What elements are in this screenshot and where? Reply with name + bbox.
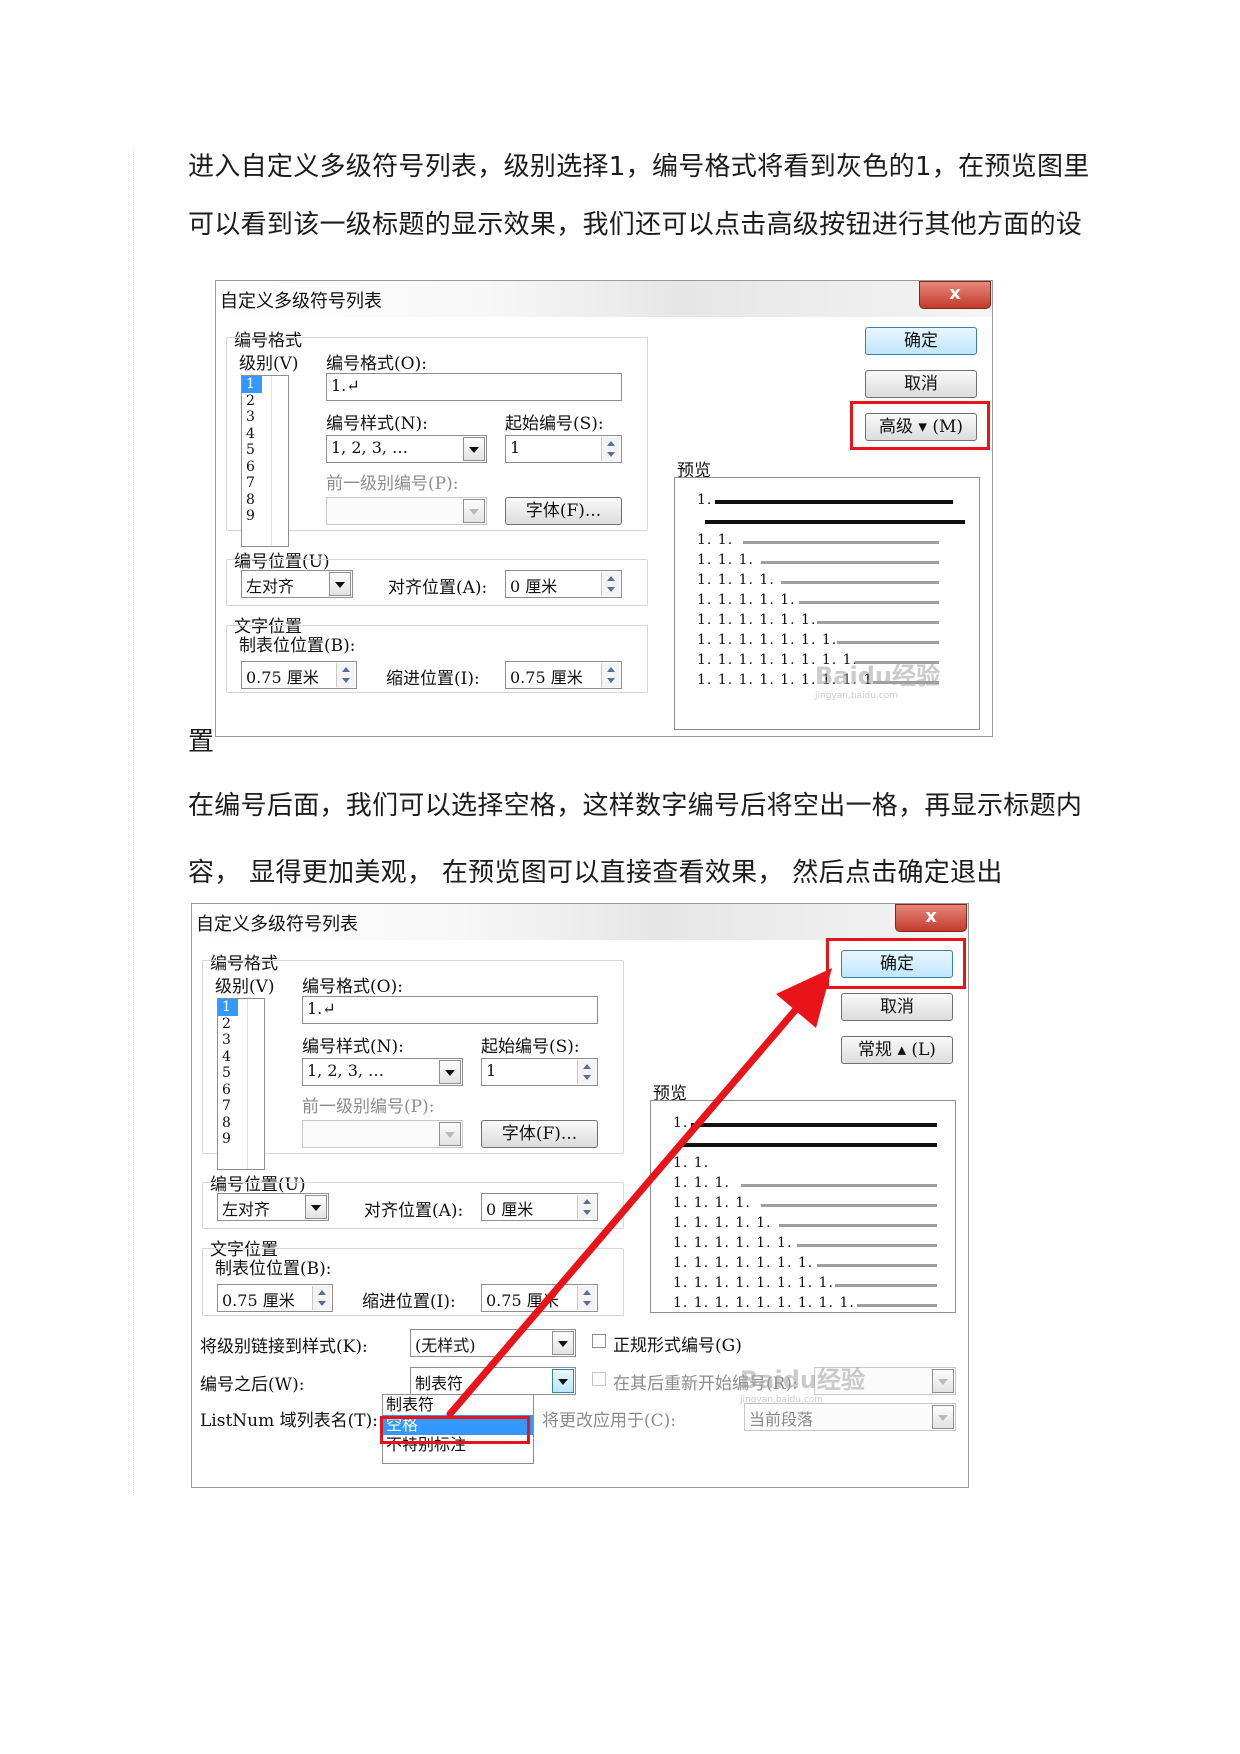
aligned-at-spinner[interactable]: 0 厘米	[505, 570, 622, 598]
number-format-input[interactable]: 1.↵	[326, 373, 622, 401]
level-item[interactable]: 3	[242, 409, 262, 426]
paragraph-2-line-2: 容， 显得更加美观， 在预览图可以直接查看效果， 然后点击确定退出	[188, 858, 1003, 888]
start-at-spinner[interactable]: 1	[505, 435, 622, 463]
start-at-value: 1	[510, 438, 521, 457]
prev-level-select	[326, 497, 487, 525]
preview-row: 1. 1. 1. 1. 1. 1.	[675, 612, 979, 630]
level-item[interactable]: 7	[242, 475, 262, 492]
level-item[interactable]: 5	[242, 442, 262, 459]
red-arrow-icon	[446, 968, 832, 1418]
indent-label: 缩进位置(I):	[386, 669, 480, 689]
paragraph-1-line-3: 置	[188, 727, 215, 757]
indent-spinner[interactable]: 0.75 厘米	[505, 661, 622, 689]
spinner-arrows-icon[interactable]	[336, 663, 355, 687]
preview-row: 1. 1. 1. 1.	[675, 572, 979, 590]
chevron-down-icon[interactable]	[329, 572, 351, 596]
spinner-arrows-icon[interactable]	[601, 663, 620, 687]
baidu-watermark: Baidu经验 jingyan.baidu.com	[815, 662, 940, 701]
paragraph-1-line-2: 可以看到该一级标题的显示效果，我们还可以点击高级按钮进行其他方面的设	[188, 210, 1083, 240]
dialog-screenshot-2: 自定义多级符号列表 x 编号格式 级别(V) 1 2 3 4 5 6 7 8 9…	[191, 903, 969, 1488]
level-item[interactable]: 1	[242, 376, 262, 393]
level-label: 级别(V)	[239, 354, 299, 374]
ok-button[interactable]: 确定	[865, 327, 977, 355]
margin-rule	[133, 150, 135, 1495]
aligned-at-label: 对齐位置(A):	[388, 578, 488, 598]
prev-level-label: 前一级别编号(P):	[326, 474, 459, 494]
level-item[interactable]: 9	[242, 508, 262, 525]
font-button[interactable]: 字体(F)...	[505, 497, 622, 525]
level-item[interactable]: 4	[242, 426, 262, 443]
level-item[interactable]: 8	[242, 492, 262, 509]
preview-row: 1. 1.	[675, 532, 979, 550]
level-list-scrollbar[interactable]	[271, 376, 288, 546]
level-list[interactable]: 1 2 3 4 5 6 7 8 9	[241, 375, 289, 547]
number-style-value: 1, 2, 3, …	[331, 438, 409, 457]
alignment-value: 左对齐	[246, 577, 295, 596]
preview-row	[675, 512, 979, 530]
indent-value: 0.75 厘米	[510, 668, 583, 687]
preview-pane: 1. 1. 1. 1. 1. 1. 1. 1. 1. 1. 1. 1. 1. 1…	[674, 477, 980, 730]
tab-position-value: 0.75 厘米	[246, 668, 319, 687]
paragraph-2-line-1: 在编号后面，我们可以选择空格，这样数字编号后将空出一格，再显示标题内	[188, 791, 1083, 821]
chevron-down-icon	[463, 499, 485, 523]
cancel-button[interactable]: 取消	[865, 370, 977, 398]
highlight-more-button	[850, 401, 990, 450]
aligned-at-value: 0 厘米	[510, 577, 558, 596]
tab-position-label: 制表位位置(B):	[239, 636, 356, 656]
close-icon[interactable]: x	[919, 281, 991, 309]
level-item[interactable]: 6	[242, 459, 262, 476]
chevron-down-icon[interactable]	[463, 437, 485, 461]
preview-row: 1.	[675, 492, 979, 510]
tab-position-spinner[interactable]: 0.75 厘米	[241, 661, 357, 689]
number-format-label: 编号格式(O):	[326, 354, 427, 374]
dialog-body: 编号格式 级别(V) 1 2 3 4 5 6 7 8 9 编号格式(O): 1.…	[216, 317, 992, 736]
number-style-select[interactable]: 1, 2, 3, …	[326, 435, 487, 463]
start-at-label: 起始编号(S):	[505, 414, 604, 434]
paragraph-1-line-1: 进入自定义多级符号列表，级别选择1，编号格式将看到灰色的1，在预览图里	[188, 152, 1090, 182]
dialog-titlebar: 自定义多级符号列表	[216, 281, 992, 317]
level-item[interactable]: 2	[242, 393, 262, 410]
alignment-select[interactable]: 左对齐	[241, 570, 353, 598]
spinner-arrows-icon[interactable]	[601, 437, 620, 461]
spinner-arrows-icon[interactable]	[601, 572, 620, 596]
dialog-screenshot-1: 自定义多级符号列表 x 编号格式 级别(V) 1 2 3 4 5 6 7 8 9…	[215, 280, 993, 737]
number-style-label: 编号样式(N):	[326, 414, 428, 434]
preview-row: 1. 1. 1.	[675, 552, 979, 570]
preview-row: 1. 1. 1. 1. 1. 1. 1.	[675, 632, 979, 650]
preview-row: 1. 1. 1. 1. 1.	[675, 592, 979, 610]
dialog-title: 自定义多级符号列表	[220, 291, 382, 312]
